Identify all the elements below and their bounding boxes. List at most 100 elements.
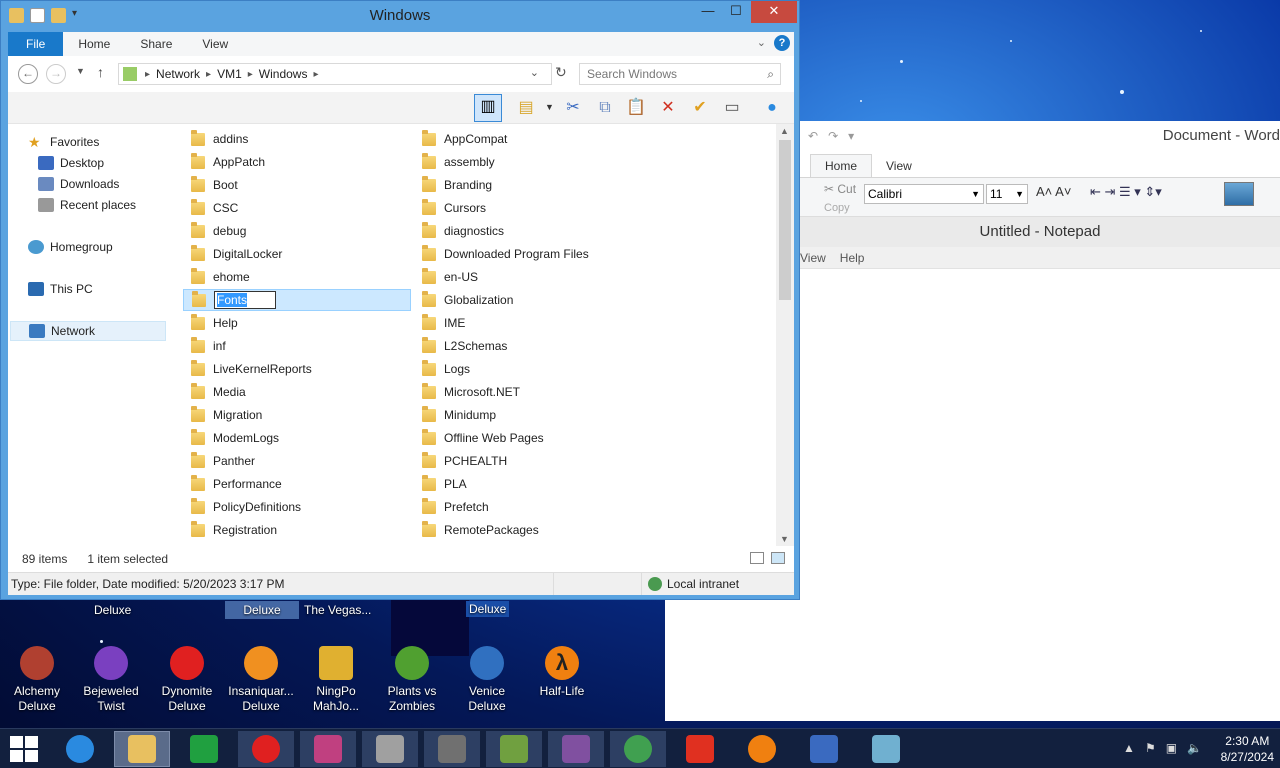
- taskbar-shapes-app[interactable]: [672, 731, 728, 767]
- tab-file[interactable]: File: [8, 32, 64, 56]
- breadcrumb-network[interactable]: Network: [156, 67, 200, 81]
- taskbar-robot-game[interactable]: [362, 731, 418, 767]
- grow-font-icon[interactable]: A˄ A˅: [1036, 184, 1071, 199]
- folder-item[interactable]: Logs: [414, 358, 642, 380]
- folder-item[interactable]: diagnostics: [414, 220, 642, 242]
- nav-this-pc[interactable]: This PC: [28, 279, 93, 299]
- taskbar-plants-game[interactable]: [486, 731, 542, 767]
- rename-icon[interactable]: ✔: [688, 96, 712, 120]
- forward-button[interactable]: →: [46, 64, 66, 84]
- folder-item[interactable]: PolicyDefinitions: [183, 496, 411, 518]
- font-name-select[interactable]: Calibri ▼: [864, 184, 984, 204]
- vertical-scrollbar[interactable]: ▲ ▼: [776, 124, 794, 546]
- taskbar-pirate-game[interactable]: [424, 731, 480, 767]
- address-dropdown-icon[interactable]: ⌄: [530, 66, 539, 79]
- folder-item[interactable]: PLA: [414, 473, 642, 495]
- desktop-icon-insaniquarium[interactable]: Insaniquar... Deluxe: [224, 646, 298, 714]
- address-bar[interactable]: ▸ Network ▸ VM1 ▸ Windows ▸ ⌄: [118, 63, 552, 85]
- nav-network[interactable]: Network: [10, 321, 166, 341]
- nav-recent-places[interactable]: Recent places: [38, 195, 136, 215]
- up-button[interactable]: ↑: [97, 64, 104, 80]
- desktop-icon-half-life[interactable]: λ Half-Life: [525, 646, 599, 699]
- folder-item[interactable]: Microsoft.NET: [414, 381, 642, 403]
- copy-button[interactable]: Copy: [824, 202, 850, 214]
- taskbar-file-explorer[interactable]: [114, 731, 170, 767]
- paste-icon[interactable]: 📋: [624, 96, 648, 120]
- tab-share[interactable]: Share: [125, 32, 187, 56]
- taskbar-wizard-game[interactable]: [548, 731, 604, 767]
- redo-icon[interactable]: ↷: [828, 129, 838, 143]
- folder-item[interactable]: ehome: [183, 266, 411, 288]
- folder-item[interactable]: inf: [183, 335, 411, 357]
- folder-item[interactable]: ModemLogs: [183, 427, 411, 449]
- rename-input[interactable]: Fonts: [214, 291, 276, 309]
- breadcrumb-windows[interactable]: Windows: [259, 67, 308, 81]
- menu-help[interactable]: Help: [840, 251, 865, 265]
- expand-ribbon-icon[interactable]: ⌄: [757, 36, 766, 49]
- folder-item[interactable]: Prefetch: [414, 496, 642, 518]
- taskbar-store[interactable]: [176, 731, 232, 767]
- menu-view[interactable]: View: [800, 251, 826, 265]
- folder-item[interactable]: Panther: [183, 450, 411, 472]
- word-tab-home[interactable]: Home: [810, 154, 873, 177]
- folder-item[interactable]: Performance: [183, 473, 411, 495]
- desktop-icon-label-selected[interactable]: Deluxe: [225, 601, 299, 619]
- folder-item[interactable]: addins: [183, 128, 411, 150]
- taskbar-dynomite[interactable]: [238, 731, 294, 767]
- maximize-button[interactable]: ☐: [721, 1, 751, 23]
- tab-view[interactable]: View: [187, 32, 243, 56]
- folder-item[interactable]: Minidump: [414, 404, 642, 426]
- folder-item[interactable]: LiveKernelReports: [183, 358, 411, 380]
- cut-button[interactable]: ✂ Cut: [824, 182, 856, 196]
- desktop-icon-alchemy[interactable]: Alchemy Deluxe: [0, 646, 74, 714]
- nav-favorites[interactable]: ★ Favorites: [28, 132, 99, 152]
- folder-item[interactable]: Help: [183, 312, 411, 334]
- font-size-select[interactable]: 11 ▼: [986, 184, 1028, 204]
- customize-icon[interactable]: ▾: [848, 129, 854, 143]
- folder-item[interactable]: en-US: [414, 266, 642, 288]
- scroll-up-icon[interactable]: ▲: [780, 126, 789, 136]
- search-input[interactable]: Search Windows ⌕: [579, 63, 781, 85]
- nav-homegroup[interactable]: Homegroup: [28, 237, 113, 257]
- tab-home[interactable]: Home: [63, 32, 125, 56]
- desktop-icon-plants-vs-zombies[interactable]: Plants vs Zombies: [375, 646, 449, 714]
- explorer-titlebar[interactable]: ▾ Windows — ☐ ✕: [1, 1, 799, 31]
- folder-item[interactable]: Downloaded Program Files: [414, 243, 642, 265]
- network-status-icon[interactable]: ▣: [1166, 741, 1177, 755]
- folder-item[interactable]: IME: [414, 312, 642, 334]
- folder-item[interactable]: debug: [183, 220, 411, 242]
- desktop-icon-ningpo[interactable]: NingPo MahJo...: [299, 646, 373, 714]
- folder-item[interactable]: PCHEALTH: [414, 450, 642, 472]
- minimize-button[interactable]: —: [693, 1, 723, 23]
- taskbar-chrome[interactable]: [610, 731, 666, 767]
- help-icon[interactable]: ?: [774, 35, 790, 51]
- taskbar-pop-game[interactable]: [300, 731, 356, 767]
- show-hidden-icons-icon[interactable]: ▲: [1123, 741, 1135, 755]
- chevron-down-icon[interactable]: ▼: [545, 102, 554, 112]
- details-view-icon[interactable]: [750, 552, 764, 564]
- folder-item[interactable]: assembly: [414, 151, 642, 173]
- clock[interactable]: 2:30 AM 8/27/2024: [1221, 733, 1274, 765]
- folder-item[interactable]: Branding: [414, 174, 642, 196]
- scroll-thumb[interactable]: [779, 140, 791, 300]
- indent-icons[interactable]: ⇤ ⇥ ☰ ▾ ⇕▾: [1090, 184, 1162, 200]
- delete-icon[interactable]: ✕: [656, 96, 680, 120]
- taskbar-half-life[interactable]: [734, 731, 790, 767]
- word-tab-view[interactable]: View: [872, 155, 926, 177]
- back-button[interactable]: ←: [18, 64, 38, 84]
- picture-icon[interactable]: [1224, 182, 1254, 206]
- desktop-icon-bejeweled[interactable]: Bejeweled Twist: [74, 646, 148, 714]
- copy-icon[interactable]: ⧉: [593, 96, 617, 120]
- breadcrumb-vm1[interactable]: VM1: [217, 67, 242, 81]
- desktop-icon-dynomite[interactable]: Dynomite Deluxe: [150, 646, 224, 714]
- nav-downloads[interactable]: Downloads: [38, 174, 119, 194]
- large-icons-view-icon[interactable]: [771, 552, 785, 564]
- refresh-icon[interactable]: ↻: [555, 64, 567, 81]
- preview-pane-icon[interactable]: ▥: [474, 94, 502, 122]
- undo-icon[interactable]: ↶: [808, 129, 818, 143]
- folder-item[interactable]: Offline Web Pages: [414, 427, 642, 449]
- folder-item[interactable]: Boot: [183, 174, 411, 196]
- folder-item[interactable]: Registration: [183, 519, 411, 541]
- folder-item[interactable]: DigitalLocker: [183, 243, 411, 265]
- nav-desktop[interactable]: Desktop: [38, 153, 104, 173]
